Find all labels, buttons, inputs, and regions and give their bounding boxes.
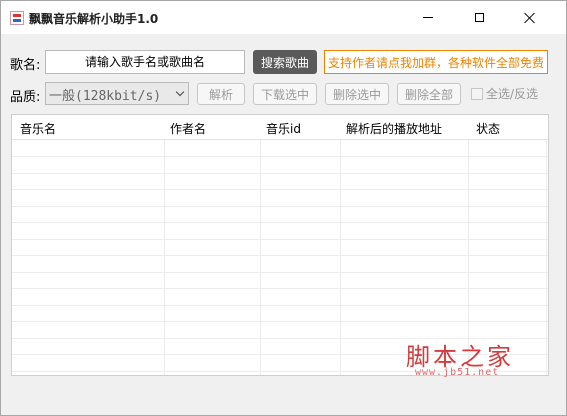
song-name-label: 歌名: [10,58,41,73]
quality-select[interactable]: 一般(128kbit/s) [45,82,189,105]
table-column-gridline [260,139,261,375]
select-all-toggle[interactable]: 全选/反选 [471,85,538,102]
quality-label: 品质: [10,90,41,105]
delete-selected-button[interactable]: 删除选中 [325,83,389,105]
close-button[interactable] [507,1,553,34]
column-header-play-url[interactable]: 解析后的播放地址 [346,120,442,137]
column-header-music-name[interactable]: 音乐名 [20,120,56,137]
chevron-down-icon [172,83,188,104]
search-song-button[interactable]: 搜索歌曲 [253,50,317,74]
app-window: 飘飘音乐解析小助手1.0 歌名: 搜索歌曲 支持作者请点我加群，各种软件全部免费… [0,0,567,416]
watermark-url: www.jb51.net [415,367,500,378]
select-all-label: 全选/反选 [486,87,539,101]
minimize-button[interactable] [405,1,451,34]
table-column-gridline [546,139,547,375]
column-header-status[interactable]: 状态 [476,120,500,137]
app-logo-icon [10,11,24,25]
table-header: 音乐名 作者名 音乐id 解析后的播放地址 状态 [12,115,548,140]
table-column-gridline [340,139,341,375]
download-selected-button[interactable]: 下载选中 [253,83,317,105]
parse-button[interactable]: 解析 [197,83,245,105]
quality-selected-value: 一般(128kbit/s) [49,89,162,104]
maximize-button[interactable] [456,1,502,34]
delete-all-button[interactable]: 删除全部 [397,83,461,105]
minimize-icon [423,17,433,18]
column-header-music-id[interactable]: 音乐id [266,120,301,137]
window-title: 飘飘音乐解析小助手1.0 [29,12,159,26]
song-search-input[interactable] [45,50,245,74]
title-bar: 飘飘音乐解析小助手1.0 [1,1,566,34]
column-header-author[interactable]: 作者名 [170,120,206,137]
select-all-checkbox[interactable] [471,87,483,100]
table-column-gridline [164,139,165,375]
close-icon [524,12,536,24]
support-author-link[interactable]: 支持作者请点我加群，各种软件全部免费 [324,50,548,74]
maximize-icon [474,13,484,22]
